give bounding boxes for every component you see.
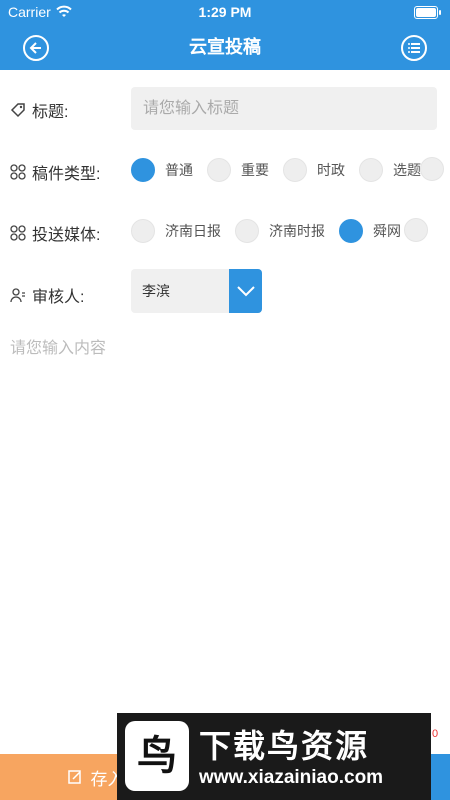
type-option-zhongyao[interactable]: 重要 [207,158,269,182]
media-options: 济南日报 济南时报 舜网 [131,218,407,244]
watermark-banner: 鸟 下载鸟资源 www.xiazainiao.com [117,713,431,800]
option-label: 济南时报 [269,223,325,239]
menu-icon[interactable] [401,35,427,61]
media-label: 投送媒体: [32,227,101,244]
grid-icon [10,225,26,241]
media-option-shunwang[interactable]: 舜网 [339,219,401,243]
media-label-group: 投送媒体: [10,221,100,245]
type-label: 稿件类型: [32,166,101,183]
radio-selected[interactable] [131,158,155,182]
radio[interactable] [131,219,155,243]
status-time: 1:29 PM [198,4,252,20]
person-icon [10,288,25,303]
status-bar: Carrier 1:29 PM [0,0,450,24]
page-title: 云宣投稿 [189,37,261,57]
radio-extra[interactable] [404,218,428,242]
option-label: 济南日报 [165,223,221,239]
radio[interactable] [235,219,259,243]
content-input[interactable] [10,334,440,694]
option-label: 选题 [393,162,421,178]
option-label: 重要 [241,162,269,178]
reviewer-label: 审核人: [32,289,85,306]
option-label: 舜网 [373,223,401,239]
reviewer-label-group: 审核人: [10,283,84,307]
type-option-xuanti[interactable]: 选题 [359,158,421,182]
type-option-shizheng[interactable]: 时政 [283,158,345,182]
dropdown-button[interactable] [229,269,262,313]
battery-icon [414,6,441,19]
app-header: Carrier 1:29 PM 云宣投稿 [0,0,450,70]
title-label-group: 标题: [10,98,68,122]
option-label: 普通 [165,162,193,178]
radio[interactable] [207,158,231,182]
reviewer-value: 李滨 [142,283,170,299]
title-input[interactable] [131,87,437,130]
radio[interactable] [359,158,383,182]
option-label: 时政 [317,162,345,178]
watermark-logo: 鸟 [125,721,189,791]
type-options: 普通 重要 时政 选题 [131,157,427,183]
watermark-title: 下载鸟资源 [199,728,370,764]
tag-icon [10,103,25,118]
edit-icon [67,770,81,784]
type-label-group: 稿件类型: [10,160,100,184]
media-option-jinan-times[interactable]: 济南时报 [235,219,325,243]
radio[interactable] [283,158,307,182]
chevron-down-icon [236,286,255,297]
red-mark: 0 [432,728,439,740]
reviewer-select[interactable]: 李滨 [131,269,262,313]
radio-selected[interactable] [339,219,363,243]
type-option-putong[interactable]: 普通 [131,158,193,182]
grid-icon [10,164,26,180]
navigation-bar: 云宣投稿 [0,24,450,70]
radio-extra[interactable] [420,157,444,181]
title-label: 标题: [32,104,69,121]
media-option-jinan-daily[interactable]: 济南日报 [131,219,221,243]
watermark-url: www.xiazainiao.com [199,767,384,788]
